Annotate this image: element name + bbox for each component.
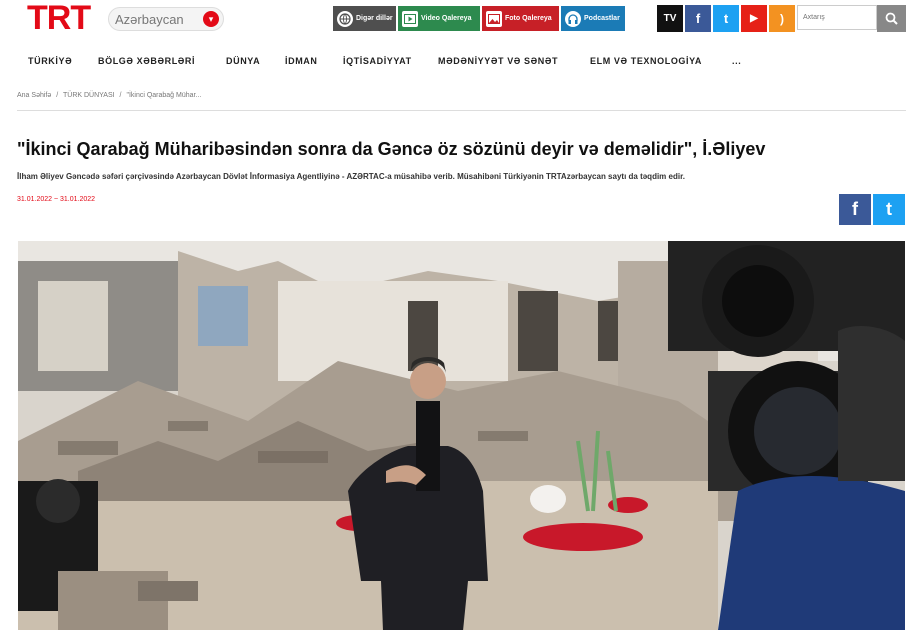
podcasts-button[interactable]: Podcastlar — [561, 6, 625, 31]
trt-logo[interactable]: TRT — [27, 0, 91, 37]
breadcrumb-separator: / — [119, 92, 122, 99]
region-selector[interactable]: Azərbaycan ▾ — [108, 7, 224, 31]
other-languages-label: Digər dillər — [356, 15, 393, 22]
breadcrumb-category[interactable]: TÜRK DÜNYASI — [63, 92, 115, 99]
search-input[interactable] — [797, 5, 877, 30]
headphones-icon — [565, 10, 581, 27]
youtube-icon: ▶ — [750, 13, 758, 24]
nav-item-more[interactable]: ... — [732, 56, 741, 66]
nav-item-culture[interactable]: MƏDƏNİYYƏT VƏ SƏNƏT — [438, 56, 558, 66]
nav-item-world[interactable]: DÜNYA — [226, 56, 260, 66]
photo-icon — [486, 10, 502, 27]
article-photo — [18, 241, 905, 630]
tv-label: TV — [663, 13, 677, 24]
breadcrumb-current: "İkinci Qarabağ Mühar... — [126, 92, 202, 99]
share-twitter-button[interactable]: t — [873, 194, 905, 225]
facebook-icon: f — [852, 199, 858, 219]
chevron-down-icon: ▾ — [203, 11, 219, 27]
breadcrumb-home[interactable]: Ana Səhifə — [17, 92, 51, 99]
globe-icon — [337, 10, 353, 27]
tv-button[interactable]: TV — [657, 5, 683, 32]
video-icon — [402, 10, 418, 27]
share-facebook-button[interactable]: f — [839, 194, 871, 225]
logo-text: TRT — [27, 0, 91, 37]
region-label: Azərbaycan — [115, 11, 184, 27]
twitter-link[interactable]: t — [713, 5, 739, 32]
search-button[interactable] — [877, 5, 906, 32]
nav-item-turkiye[interactable]: TÜRKİYƏ — [28, 56, 72, 66]
nav-item-science[interactable]: ELM VƏ TEXNOLOGİYA — [590, 56, 702, 66]
article-title: "İkinci Qarabağ Müharibəsindən sonra da … — [17, 139, 766, 159]
photo-gallery-label: Foto Qalereya — [505, 15, 552, 22]
video-gallery-button[interactable]: Video Qalereya — [398, 6, 480, 31]
divider — [17, 110, 906, 111]
article-lead: İlham Əliyev Gəncədə səfəri çərçivəsində… — [17, 172, 685, 181]
facebook-icon: f — [695, 11, 701, 26]
nav-item-economy[interactable]: İQTİSADİYYAT — [343, 56, 412, 66]
breadcrumb: Ana Səhifə / TÜRK DÜNYASI / "İkinci Qara… — [17, 92, 204, 99]
twitter-icon: t — [886, 199, 892, 219]
breadcrumb-separator: / — [56, 92, 59, 99]
photo-gallery-button[interactable]: Foto Qalereya — [482, 6, 559, 31]
twitter-icon: t — [723, 11, 729, 26]
youtube-link[interactable]: ▶ — [741, 5, 767, 32]
rss-icon: ) — [780, 11, 784, 26]
nav-item-region-news[interactable]: BÖLGƏ XƏBƏRLƏRİ — [98, 56, 195, 66]
search-icon — [885, 12, 898, 25]
podcasts-label: Podcastlar — [584, 15, 620, 22]
facebook-link[interactable]: f — [685, 5, 711, 32]
rss-link[interactable]: ) — [769, 5, 795, 32]
nav-item-sport[interactable]: İDMAN — [285, 56, 318, 66]
site-header: TRT Azərbaycan ▾ Digər dillər Video Qale… — [0, 0, 923, 40]
main-nav: TÜRKİYƏ BÖLGƏ XƏBƏRLƏRİ DÜNYA İDMAN İQTİ… — [0, 52, 923, 72]
article-date: 31.01.2022 ~ 31.01.2022 — [17, 196, 96, 203]
video-gallery-label: Video Qalereya — [421, 15, 472, 22]
rubble-scene-image — [18, 241, 905, 630]
other-languages-button[interactable]: Digər dillər — [333, 6, 396, 31]
